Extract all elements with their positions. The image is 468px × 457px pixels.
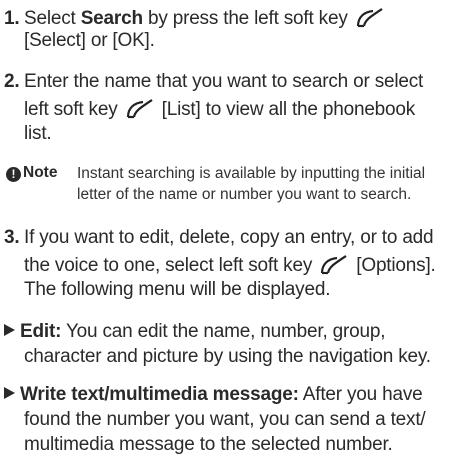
step-number: 3.: [4, 227, 20, 248]
note-line-2: letter of the name or number you want to…: [77, 186, 412, 203]
step-3-line-2: the voice to one, select left soft key […: [24, 253, 436, 281]
bullet-edit-line-2: character and picture by using the navig…: [24, 346, 431, 367]
bullet-message-line-1: Write text/multimedia message: After you…: [4, 384, 423, 406]
left-soft-key-icon: [319, 253, 349, 281]
left-soft-key-icon: [125, 97, 155, 125]
step-1-line-2: [Select] or [OK].: [24, 30, 155, 51]
triangle-bullet-icon: [4, 324, 15, 336]
step-3-line-1: 3. If you want to edit, delete, copy an e…: [4, 227, 434, 248]
note-line-1: Instant searching is available by inputt…: [77, 165, 426, 182]
step-2-line-3: list.: [24, 123, 52, 144]
bullet-title: Write text/multimedia message:: [20, 384, 299, 405]
step-2-line-1: 2. Enter the name that you want to search…: [4, 71, 424, 92]
left-soft-key-icon: [355, 6, 385, 34]
step-number: 2.: [4, 71, 20, 92]
search-keyword: Search: [80, 8, 143, 29]
bullet-message-line-2: found the number you want, you can send …: [24, 409, 426, 430]
triangle-bullet-icon: [4, 387, 15, 399]
step-3-line-3: The following menu will be displayed.: [24, 279, 331, 300]
manual-page: 1. Select Search by press the left soft k…: [0, 0, 468, 457]
step-number: 1.: [4, 8, 20, 29]
bullet-title: Edit:: [20, 321, 62, 342]
note-label: ! Note: [6, 164, 57, 182]
bullet-edit-line-1: Edit: You can edit the name, number, gro…: [4, 321, 386, 343]
bullet-message-line-3: multimedia message to the selected numbe…: [24, 434, 393, 455]
note-exclamation-icon: !: [6, 167, 21, 182]
step-2-line-2: left soft key [List] to view all the pho…: [24, 97, 415, 125]
